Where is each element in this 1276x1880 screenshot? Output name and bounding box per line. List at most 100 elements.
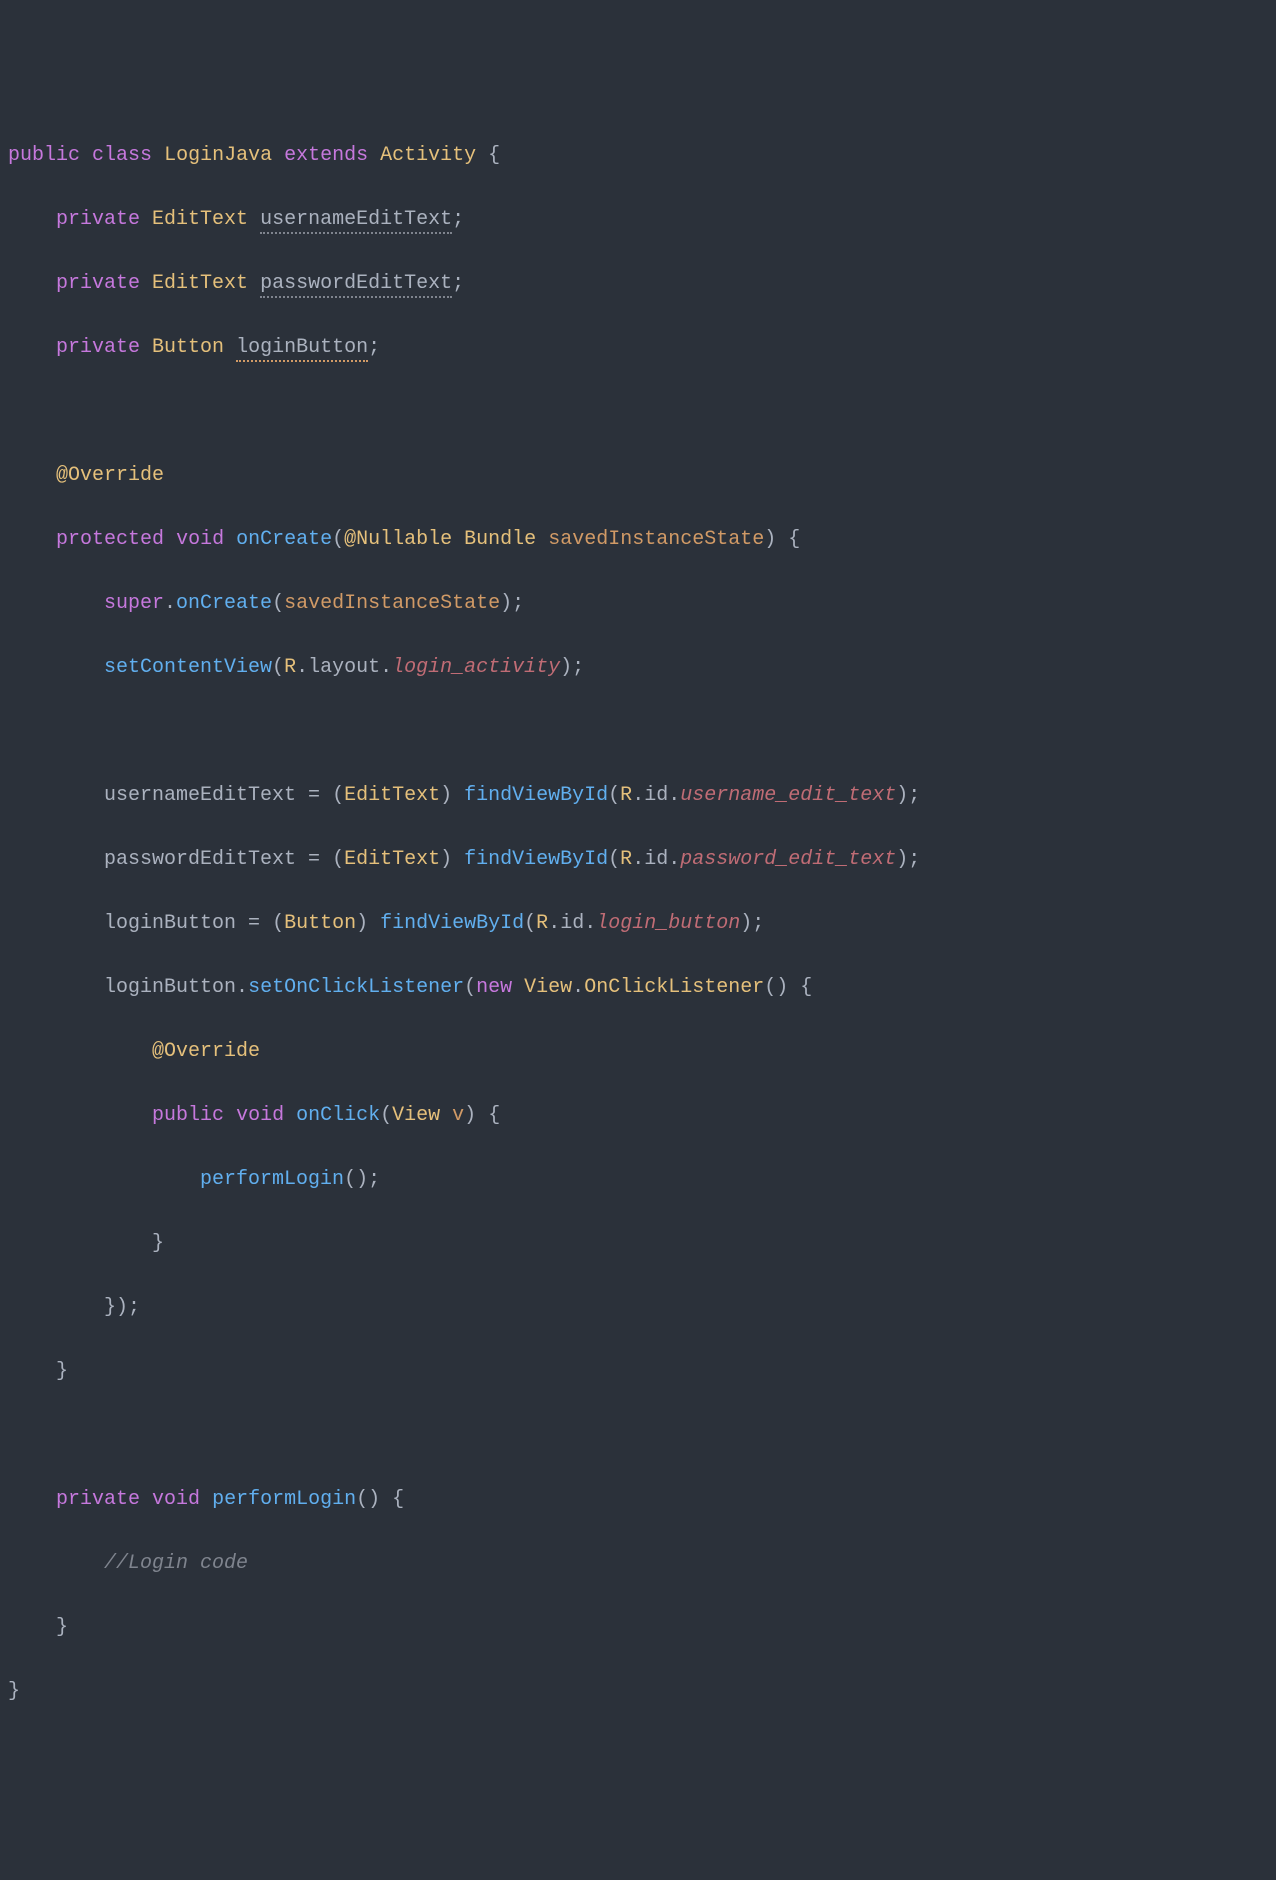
code-line: usernameEditText = (EditText) findViewBy… <box>8 780 1268 812</box>
punct: ( <box>332 848 344 871</box>
code-line <box>8 396 1268 428</box>
brace: { <box>392 1488 404 1511</box>
keyword: public <box>8 144 80 167</box>
brace: { <box>488 144 500 167</box>
punct: = <box>236 912 272 935</box>
punct: ) <box>440 784 452 807</box>
method: setContentView <box>104 656 272 679</box>
code-line: protected void onCreate(@Nullable Bundle… <box>8 524 1268 556</box>
punct: ) <box>116 1296 128 1319</box>
brace: { <box>488 1104 500 1127</box>
keyword: super <box>104 592 164 615</box>
param: v <box>452 1104 464 1127</box>
code-line <box>8 716 1268 748</box>
type: Bundle <box>464 528 536 551</box>
method: performLogin <box>212 1488 356 1511</box>
resource: username_edit_text <box>680 784 896 807</box>
punct: ; <box>512 592 524 615</box>
punct: ( <box>272 592 284 615</box>
type: Button <box>284 912 356 935</box>
keyword: protected <box>56 528 164 551</box>
type: R <box>620 784 632 807</box>
keyword: public <box>152 1104 224 1127</box>
method: setOnClickListener <box>248 976 464 999</box>
punct: = <box>296 848 332 871</box>
keyword: private <box>56 336 140 359</box>
code-editor[interactable]: public class LoginJava extends Activity … <box>8 140 1268 1708</box>
punct: ( <box>344 1168 356 1191</box>
punct: ; <box>368 1168 380 1191</box>
field-unused: usernameEditText <box>260 208 452 234</box>
punct: ; <box>752 912 764 935</box>
punct: . <box>632 784 644 807</box>
code-line: private EditText passwordEditText; <box>8 268 1268 300</box>
method: findViewById <box>464 784 608 807</box>
resource: login_button <box>596 912 740 935</box>
resource: password_edit_text <box>680 848 896 871</box>
brace: { <box>788 528 800 551</box>
punct: . <box>296 656 308 679</box>
field: loginButton <box>104 912 236 935</box>
punct: . <box>236 976 248 999</box>
punct: . <box>380 656 392 679</box>
code-line: passwordEditText = (EditText) findViewBy… <box>8 844 1268 876</box>
code-line: private Button loginButton; <box>8 332 1268 364</box>
punct: . <box>584 912 596 935</box>
code-line: @Override <box>8 1036 1268 1068</box>
identifier: id <box>644 848 668 871</box>
identifier: id <box>560 912 584 935</box>
code-line: private EditText usernameEditText; <box>8 204 1268 236</box>
punct: ( <box>356 1488 368 1511</box>
punct: ) <box>764 528 776 551</box>
punct: ; <box>908 848 920 871</box>
type: R <box>536 912 548 935</box>
punct: . <box>548 912 560 935</box>
punct: ( <box>272 912 284 935</box>
type: EditText <box>344 784 440 807</box>
code-line: loginButton.setOnClickListener(new View.… <box>8 972 1268 1004</box>
annotation: @Override <box>152 1040 260 1063</box>
punct: ) <box>776 976 788 999</box>
field: passwordEditText <box>104 848 296 871</box>
type: View <box>392 1104 440 1127</box>
type: EditText <box>344 848 440 871</box>
annotation: @Override <box>56 464 164 487</box>
annotation: @Nullable <box>344 528 452 551</box>
type: OnClickListener <box>584 976 764 999</box>
keyword: new <box>476 976 512 999</box>
param: savedInstanceState <box>284 592 500 615</box>
code-line: } <box>8 1676 1268 1708</box>
brace: } <box>56 1360 68 1383</box>
class-name: Activity <box>380 144 476 167</box>
identifier: layout <box>308 656 380 679</box>
keyword: private <box>56 1488 140 1511</box>
punct: ( <box>524 912 536 935</box>
method: onCreate <box>176 592 272 615</box>
type: EditText <box>152 208 248 231</box>
code-line: performLogin(); <box>8 1164 1268 1196</box>
punct: . <box>668 848 680 871</box>
punct: ) <box>464 1104 476 1127</box>
punct: ( <box>272 656 284 679</box>
brace: } <box>8 1680 20 1703</box>
punct: ( <box>332 784 344 807</box>
method: findViewById <box>464 848 608 871</box>
punct: ( <box>764 976 776 999</box>
punct: ) <box>356 912 368 935</box>
punct: ) <box>896 848 908 871</box>
punct: ) <box>500 592 512 615</box>
punct: ( <box>464 976 476 999</box>
code-line: } <box>8 1228 1268 1260</box>
keyword: void <box>152 1488 200 1511</box>
identifier: id <box>644 784 668 807</box>
class-name: LoginJava <box>164 144 272 167</box>
field-unused: passwordEditText <box>260 272 452 298</box>
type: Button <box>152 336 224 359</box>
code-line: @Override <box>8 460 1268 492</box>
type: R <box>620 848 632 871</box>
code-line: setContentView(R.layout.login_activity); <box>8 652 1268 684</box>
comment: //Login code <box>104 1552 248 1575</box>
brace: { <box>800 976 812 999</box>
brace: } <box>104 1296 116 1319</box>
brace: } <box>56 1616 68 1639</box>
